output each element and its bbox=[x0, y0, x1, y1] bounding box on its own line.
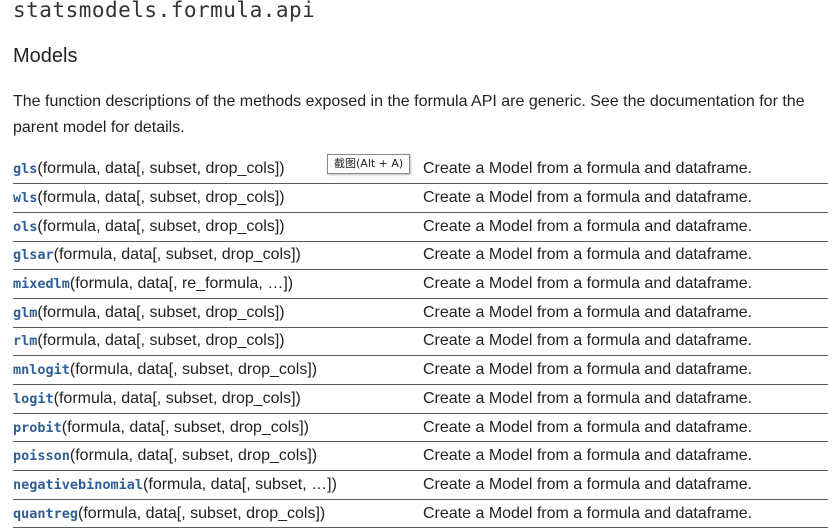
table-row: logit(formula, data[, subset, drop_cols]… bbox=[13, 384, 828, 414]
function-description: Create a Model from a formula and datafr… bbox=[423, 241, 828, 271]
function-link[interactable]: rlm bbox=[13, 333, 37, 349]
table-row: probit(formula, data[, subset, drop_cols… bbox=[13, 413, 828, 443]
function-arguments: (formula, data[, subset, drop_cols]) bbox=[78, 504, 326, 522]
section-heading: Models bbox=[13, 45, 78, 67]
signature-cell: mixedlm(formula, data[, re_formula, …]) bbox=[13, 269, 423, 299]
function-arguments: (formula, data[, subset, …]) bbox=[143, 475, 337, 493]
signature-cell: rlm(formula, data[, subset, drop_cols]) bbox=[13, 327, 423, 357]
signature-cell: ols(formula, data[, subset, drop_cols]) bbox=[13, 212, 423, 242]
function-arguments: (formula, data[, subset, drop_cols]) bbox=[37, 189, 285, 207]
function-description: Create a Model from a formula and datafr… bbox=[423, 355, 828, 385]
function-link[interactable]: mnlogit bbox=[13, 362, 70, 378]
function-description: Create a Model from a formula and datafr… bbox=[423, 183, 828, 213]
function-link[interactable]: gls bbox=[13, 161, 37, 177]
signature-cell: mnlogit(formula, data[, subset, drop_col… bbox=[13, 355, 423, 385]
function-link[interactable]: negativebinomial bbox=[13, 477, 143, 493]
signature-cell: probit(formula, data[, subset, drop_cols… bbox=[13, 413, 423, 443]
table-row: rlm(formula, data[, subset, drop_cols]) C… bbox=[13, 327, 828, 357]
table-row: ols(formula, data[, subset, drop_cols]) C… bbox=[13, 212, 828, 242]
api-function-table: gls(formula, data[, subset, drop_cols]) C… bbox=[13, 155, 828, 528]
function-link[interactable]: quantreg bbox=[13, 506, 78, 522]
function-arguments: (formula, data[, subset, drop_cols]) bbox=[61, 418, 310, 436]
function-link[interactable]: wls bbox=[13, 190, 37, 206]
table-row: glm(formula, data[, subset, drop_cols]) C… bbox=[13, 298, 828, 328]
function-arguments: (formula, data[, subset, drop_cols]) bbox=[53, 246, 301, 264]
function-link[interactable]: glm bbox=[13, 305, 37, 321]
function-arguments: (formula, data[, subset, drop_cols]) bbox=[37, 217, 285, 235]
function-link[interactable]: ols bbox=[13, 219, 37, 235]
table-row: wls(formula, data[, subset, drop_cols]) C… bbox=[13, 183, 828, 213]
table-row: mnlogit(formula, data[, subset, drop_col… bbox=[13, 355, 828, 385]
signature-cell: poisson(formula, data[, subset, drop_col… bbox=[13, 441, 423, 472]
function-description: Create a Model from a formula and datafr… bbox=[423, 470, 828, 500]
function-description: Create a Model from a formula and datafr… bbox=[423, 384, 828, 414]
table-row: poisson(formula, data[, subset, drop_col… bbox=[13, 441, 828, 472]
function-link[interactable]: mixedlm bbox=[13, 276, 70, 292]
function-description: Create a Model from a formula and datafr… bbox=[423, 155, 828, 185]
signature-cell: wls(formula, data[, subset, drop_cols]) bbox=[13, 183, 423, 213]
signature-cell: negativebinomial(formula, data[, subset,… bbox=[13, 470, 423, 500]
function-arguments: (formula, data[, subset, drop_cols]) bbox=[37, 160, 285, 178]
function-link[interactable]: poisson bbox=[13, 448, 70, 464]
table-row: mixedlm(formula, data[, re_formula, …]) C… bbox=[13, 269, 828, 299]
table-row: glsar(formula, data[, subset, drop_cols]… bbox=[13, 241, 828, 271]
function-arguments: (formula, data[, subset, drop_cols]) bbox=[69, 361, 318, 379]
function-link[interactable]: glsar bbox=[13, 247, 54, 263]
module-title: statsmodels.formula.api bbox=[13, 0, 316, 22]
signature-cell: glm(formula, data[, subset, drop_cols]) bbox=[13, 298, 423, 328]
function-arguments: (formula, data[, subset, drop_cols]) bbox=[53, 389, 301, 407]
function-arguments: (formula, data[, subset, drop_cols]) bbox=[37, 303, 285, 321]
table-row: quantreg(formula, data[, subset, drop_co… bbox=[13, 499, 828, 528]
function-description: Create a Model from a formula and datafr… bbox=[423, 327, 828, 357]
function-link[interactable]: probit bbox=[13, 420, 62, 436]
signature-cell: logit(formula, data[, subset, drop_cols]… bbox=[13, 384, 423, 414]
function-description: Create a Model from a formula and datafr… bbox=[423, 413, 828, 443]
signature-cell: quantreg(formula, data[, subset, drop_co… bbox=[13, 499, 423, 528]
function-description: Create a Model from a formula and datafr… bbox=[423, 441, 828, 472]
function-description: Create a Model from a formula and datafr… bbox=[423, 298, 828, 328]
function-arguments: (formula, data[, subset, drop_cols]) bbox=[69, 447, 318, 465]
function-arguments: (formula, data[, subset, drop_cols]) bbox=[37, 332, 285, 350]
signature-cell: glsar(formula, data[, subset, drop_cols]… bbox=[13, 241, 423, 271]
table-row: negativebinomial(formula, data[, subset,… bbox=[13, 470, 828, 500]
function-link[interactable]: logit bbox=[13, 391, 54, 407]
function-description: Create a Model from a formula and datafr… bbox=[423, 499, 828, 528]
table-row: gls(formula, data[, subset, drop_cols]) C… bbox=[13, 155, 828, 185]
function-description: Create a Model from a formula and datafr… bbox=[423, 269, 828, 299]
screenshot-tooltip: 截图(Alt + A) bbox=[327, 154, 411, 174]
function-arguments: (formula, data[, re_formula, …]) bbox=[69, 275, 294, 293]
function-description: Create a Model from a formula and datafr… bbox=[423, 212, 828, 242]
intro-paragraph: The function descriptions of the methods… bbox=[13, 93, 805, 136]
